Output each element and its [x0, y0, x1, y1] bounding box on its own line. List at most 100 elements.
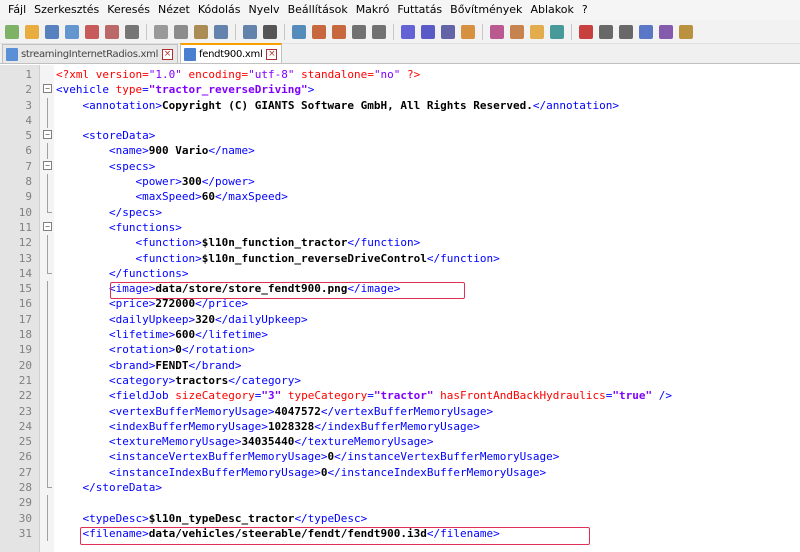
code-line[interactable]: 29 [19, 495, 800, 511]
redo-button[interactable] [241, 23, 259, 41]
save-macro-icon [659, 24, 673, 39]
sync-horizontal-button[interactable] [370, 23, 388, 41]
line-number: 22 [18, 389, 32, 403]
tab-bar: streamingInternetRadios.xml × fendt900.x… [0, 43, 800, 64]
code-area[interactable]: 1 <?xml version="1.0" encoding="utf-8" st… [19, 67, 800, 542]
undo-button[interactable] [212, 23, 230, 41]
code-line[interactable]: 12 <function>$l10n_function_tractor</fun… [19, 235, 800, 251]
code-line[interactable]: 8 <power>300</power> [25, 174, 800, 190]
code-line[interactable]: 23 <vertexBufferMemoryUsage>4047572</ver… [19, 403, 800, 419]
code-line[interactable]: 17 <dailyUpkeep>320</dailyUpkeep> [19, 311, 800, 328]
zoom-in-button[interactable] [310, 23, 328, 41]
fold-guide [47, 495, 48, 511]
copy-icon [174, 24, 188, 39]
code-line[interactable]: 6 <name>900 Vario</name> [25, 143, 800, 159]
code-line[interactable]: 3 <annotation>Copyright (C) GIANTS Softw… [25, 97, 800, 113]
code-line[interactable]: 1 <?xml version="1.0" encoding="utf-8" st… [25, 67, 800, 82]
code-line[interactable]: 10 </specs> [19, 204, 800, 220]
code-line[interactable]: 25 <textureMemoryUsage>34035440</texture… [19, 434, 800, 450]
menu-item[interactable]: Bővítmények [446, 0, 526, 20]
print-button[interactable] [123, 23, 141, 41]
code-line[interactable]: 28 </storeData> [19, 480, 800, 495]
close-button[interactable] [83, 23, 101, 41]
code-line[interactable]: 22 <fieldJob sizeCategory="3" typeCatego… [19, 388, 800, 404]
code-line[interactable]: 19 <rotation>0</rotation> [19, 342, 800, 358]
sync-vertical-button[interactable] [350, 23, 368, 41]
code-editor[interactable]: 1 <?xml version="1.0" encoding="utf-8" st… [0, 65, 800, 552]
code-line[interactable]: 15 <image>data/store/store_fendt900.png<… [19, 281, 800, 297]
user-lang-button[interactable] [459, 23, 477, 41]
monitor-button[interactable] [548, 23, 566, 41]
line-number: 26 [18, 450, 32, 464]
menu-item[interactable]: Keresés [103, 0, 154, 20]
tab-fendt900[interactable]: fendt900.xml × [180, 43, 283, 63]
menu-item[interactable]: Beállítások [284, 0, 352, 20]
code-line[interactable]: 2 − <vehicle type="tractor_reverseDriving"… [25, 82, 800, 97]
save-macro-button[interactable] [657, 23, 675, 41]
code-line[interactable]: 31 <filename>data/vehicles/steerable/fen… [19, 525, 800, 542]
show-all-chars-button[interactable] [419, 23, 437, 41]
line-content: <vehicle type="tractor_reverseDriving"> [56, 83, 315, 97]
paste-button[interactable] [192, 23, 210, 41]
close-all-button[interactable] [103, 23, 121, 41]
menu-item[interactable]: Szerkesztés [30, 0, 103, 20]
run-macro-multiple-button[interactable] [637, 23, 655, 41]
stop-macro-button[interactable] [597, 23, 615, 41]
toolbar-separator [146, 23, 147, 40]
menu-item[interactable]: ? [578, 0, 592, 20]
fold-guide [47, 189, 48, 205]
code-line[interactable]: 7 − <specs> [25, 159, 800, 174]
folder-workspace-button[interactable] [528, 23, 546, 41]
code-line[interactable]: 26 <instanceVertexBufferMemoryUsage>0</i… [19, 449, 800, 465]
save-all-button[interactable] [63, 23, 81, 41]
code-line[interactable]: 14 </functions> [19, 265, 800, 281]
fold-toggle-icon[interactable]: − [43, 130, 52, 140]
copy-button[interactable] [172, 23, 190, 41]
fold-guide [47, 327, 48, 343]
menu-item[interactable]: Nyelv [245, 0, 284, 20]
code-line[interactable]: 21 <category>tractors</category> [19, 372, 800, 389]
close-tab-icon[interactable]: × [266, 48, 278, 60]
indent-guide-button[interactable] [439, 23, 457, 41]
line-number: 30 [18, 511, 32, 525]
menu-item[interactable]: Nézet [154, 0, 194, 20]
line-number: 9 [25, 190, 32, 204]
zoom-out-button[interactable] [330, 23, 348, 41]
code-line[interactable]: 16 <price>272000</price> [19, 296, 800, 312]
menu-item[interactable]: Futtatás [393, 0, 446, 20]
play-macro-button[interactable] [617, 23, 635, 41]
code-line[interactable]: 4 [25, 112, 800, 129]
replace-button[interactable] [290, 23, 308, 41]
word-wrap-button[interactable] [399, 23, 417, 41]
doc-map-button[interactable] [488, 23, 506, 41]
function-list-button[interactable] [508, 23, 526, 41]
new-file-button[interactable] [3, 23, 21, 41]
record-macro-button[interactable] [577, 23, 595, 41]
fold-toggle-icon[interactable]: − [43, 160, 52, 170]
tab-streaminginternetradios[interactable]: streamingInternetRadios.xml × [2, 44, 179, 63]
line-content: <annotation>Copyright (C) GIANTS Softwar… [82, 98, 619, 112]
menu-item[interactable]: Fájl [4, 0, 30, 20]
menu-item[interactable]: Kódolás [194, 0, 245, 20]
spellcheck-button[interactable] [677, 23, 695, 41]
code-line[interactable]: 11 − <functions> [19, 220, 800, 235]
cut-button[interactable] [152, 23, 170, 41]
fold-toggle-icon[interactable]: − [43, 84, 52, 94]
code-line[interactable]: 9 <maxSpeed>60</maxSpeed> [25, 189, 800, 205]
fold-toggle-icon[interactable]: − [43, 221, 52, 231]
code-line[interactable]: 5 − <storeData> [25, 128, 800, 143]
open-file-button[interactable] [23, 23, 41, 41]
code-line[interactable]: 30 <typeDesc>$l10n_typeDesc_tractor</typ… [19, 510, 800, 526]
code-line[interactable]: 13 <function>$l10n_function_reverseDrive… [19, 250, 800, 266]
save-button[interactable] [43, 23, 61, 41]
new-file-icon [5, 24, 19, 39]
line-number: 27 [18, 465, 32, 479]
find-button[interactable] [261, 23, 279, 41]
close-tab-icon[interactable]: × [162, 48, 174, 60]
code-line[interactable]: 20 <brand>FENDT</brand> [19, 357, 800, 373]
code-line[interactable]: 24 <indexBufferMemoryUsage>1028328</inde… [19, 418, 800, 435]
code-line[interactable]: 18 <lifetime>600</lifetime> [19, 327, 800, 343]
menu-item[interactable]: Ablakok [526, 0, 577, 20]
code-line[interactable]: 27 <instanceIndexBufferMemoryUsage>0</in… [19, 464, 800, 481]
menu-item[interactable]: Makró [352, 0, 394, 20]
